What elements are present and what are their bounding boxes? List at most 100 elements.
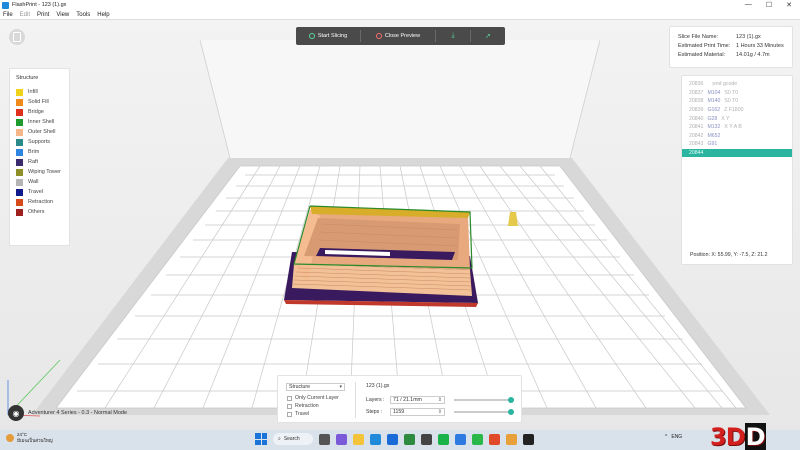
windows-start-icon[interactable] [255,433,267,445]
menu-tools[interactable]: Tools [76,12,90,18]
menu-view[interactable]: View [56,12,69,18]
checkbox-box [287,403,292,409]
system-tray: ^ ENG [665,434,682,440]
legend-swatch [16,108,23,116]
export-button[interactable]: ⤓ [436,27,470,45]
document-icon[interactable] [9,29,25,45]
steps-slider[interactable] [454,409,514,415]
legend-swatch [16,178,23,186]
legend-item: Travel [16,187,63,197]
info-key: Slice File Name: [678,33,719,40]
steps-slider-handle[interactable] [508,409,514,415]
gcode-line[interactable]: 20842 M652 [682,132,792,141]
minimize-button[interactable]: — [745,1,752,9]
retraction-checkbox[interactable]: Retraction [287,403,319,409]
search-icon: ⌕ [278,436,281,442]
download-icon: ⤓ [451,32,455,39]
legend-swatch [16,118,23,126]
legend-item: Outer Shell [16,127,63,137]
gcode-line-number: 20839 [689,107,704,114]
3dd-watermark-logo: 3DD [710,423,766,450]
excel-icon[interactable] [404,433,415,445]
steps-label: Steps : [366,409,383,415]
language-indicator[interactable]: ENG [671,434,682,440]
info-value: 1 Hours 33 Minutes [736,42,784,49]
window-controls: — ☐ ✕ [745,1,800,9]
edge-icon[interactable] [370,433,381,445]
close-button[interactable]: ✕ [786,1,792,9]
legend-label: Travel [28,189,44,195]
close-circle-icon [375,33,382,39]
slice-info-panel: Slice File Name: 123 (1).gx Estimated Pri… [669,26,793,68]
layers-slider-handle[interactable] [508,397,514,403]
legend-swatch [16,198,23,206]
camera-view-icon[interactable]: ◉ [8,405,24,421]
info-row-material: Estimated Material: 14.01g / 4.7m [678,50,784,59]
checkbox-label: Retraction [295,403,319,409]
spotify-icon[interactable] [438,433,449,445]
legend-swatch [16,158,23,166]
steps-spinbox[interactable]: 1159 [390,408,445,416]
legend-label: Bridge [28,109,44,115]
menu-help[interactable]: Help [97,12,109,18]
gcode-line[interactable]: 20837 M104 S0 T0 [682,89,792,98]
info-value: 123 (1).gx [736,33,761,40]
legend-item: Others [16,207,63,217]
weather-widget[interactable]: 24°C มีเมฆเป็นส่วนใหญ่ [6,432,53,444]
legend-label: Raft [28,159,39,165]
pinned-app-icon[interactable] [506,433,517,445]
legend-label: Others [28,209,45,215]
3d-viewport[interactable]: Start Slicing Close Preview ⤓ ➚ Structur… [0,20,800,430]
gcode-line[interactable]: 20840 G28 X Y [682,114,792,123]
gcode-line[interactable]: 20836 ;end gcode [682,80,792,89]
legend-label: Wall [28,179,39,185]
meet-icon[interactable] [336,433,347,445]
gcode-line[interactable]: 20839 G162 Z F1800 [682,106,792,115]
menu-edit[interactable]: Edit [20,12,30,18]
nozzle-position: Position: X: 55.99, Y: -7.5, Z: 21.2 [690,252,768,258]
gcode-line-number: 20843 [689,141,704,148]
gcode-line[interactable]: 20838 M140 S0 T0 [682,97,792,106]
legend-swatch [16,88,23,96]
legend-swatch [16,128,23,136]
only-current-layer-checkbox[interactable]: Only Current Layer [287,395,339,401]
start-slicing-button[interactable]: Start Slicing [296,27,360,45]
send-to-printer-button[interactable]: ➚ [471,27,505,45]
build-plate-scene [7,39,770,417]
line-icon[interactable] [472,433,483,445]
panel-divider [355,382,356,418]
view-mode-select[interactable]: Structure [286,383,345,391]
menu-bar: File Edit Print View Tools Help [0,10,800,20]
file-explorer-icon[interactable] [353,433,364,445]
tray-chevron-icon[interactable]: ^ [665,434,667,440]
legend-label: Infill [28,89,38,95]
messenger-icon[interactable] [455,433,466,445]
legend-swatch [16,148,23,156]
chrome-icon[interactable] [489,433,500,445]
gcode-line[interactable]: 20844 [682,148,792,158]
legend-label: Wiping Tower [28,169,61,175]
layers-slider[interactable] [454,397,514,403]
flashprint-taskbar-icon[interactable] [523,433,534,445]
store-icon[interactable] [387,433,398,445]
legend-label: Outer Shell [28,129,56,135]
info-row-file: Slice File Name: 123 (1).gx [678,32,784,41]
gcode-line[interactable]: 20843 G91 [682,140,792,149]
legend-label: Inner Shell [28,119,55,125]
weather-text: มีเมฆเป็นส่วนใหญ่ [17,438,53,443]
checkbox-label: Travel [295,411,310,417]
menu-file[interactable]: File [3,12,13,18]
gcode-arg: X Y [721,115,730,122]
menu-print[interactable]: Print [37,12,49,18]
app-icon[interactable] [421,433,432,445]
layers-spinbox[interactable]: 71 / 21.1mm [390,396,445,404]
task-view-icon[interactable] [319,433,330,445]
gcode-line[interactable]: 20841 M132 X Y A B [682,123,792,132]
weather-icon [6,434,14,442]
close-preview-button[interactable]: Close Preview [361,27,435,45]
taskbar-search[interactable]: ⌕ Search [273,433,313,445]
gcode-panel[interactable]: 20836 ;end gcode 20837 M104 S0 T0 20838 M140 S0… [681,75,793,265]
travel-checkbox[interactable]: Travel [287,411,309,417]
maximize-button[interactable]: ☐ [766,1,772,9]
legend-label: Solid Fill [28,99,49,105]
